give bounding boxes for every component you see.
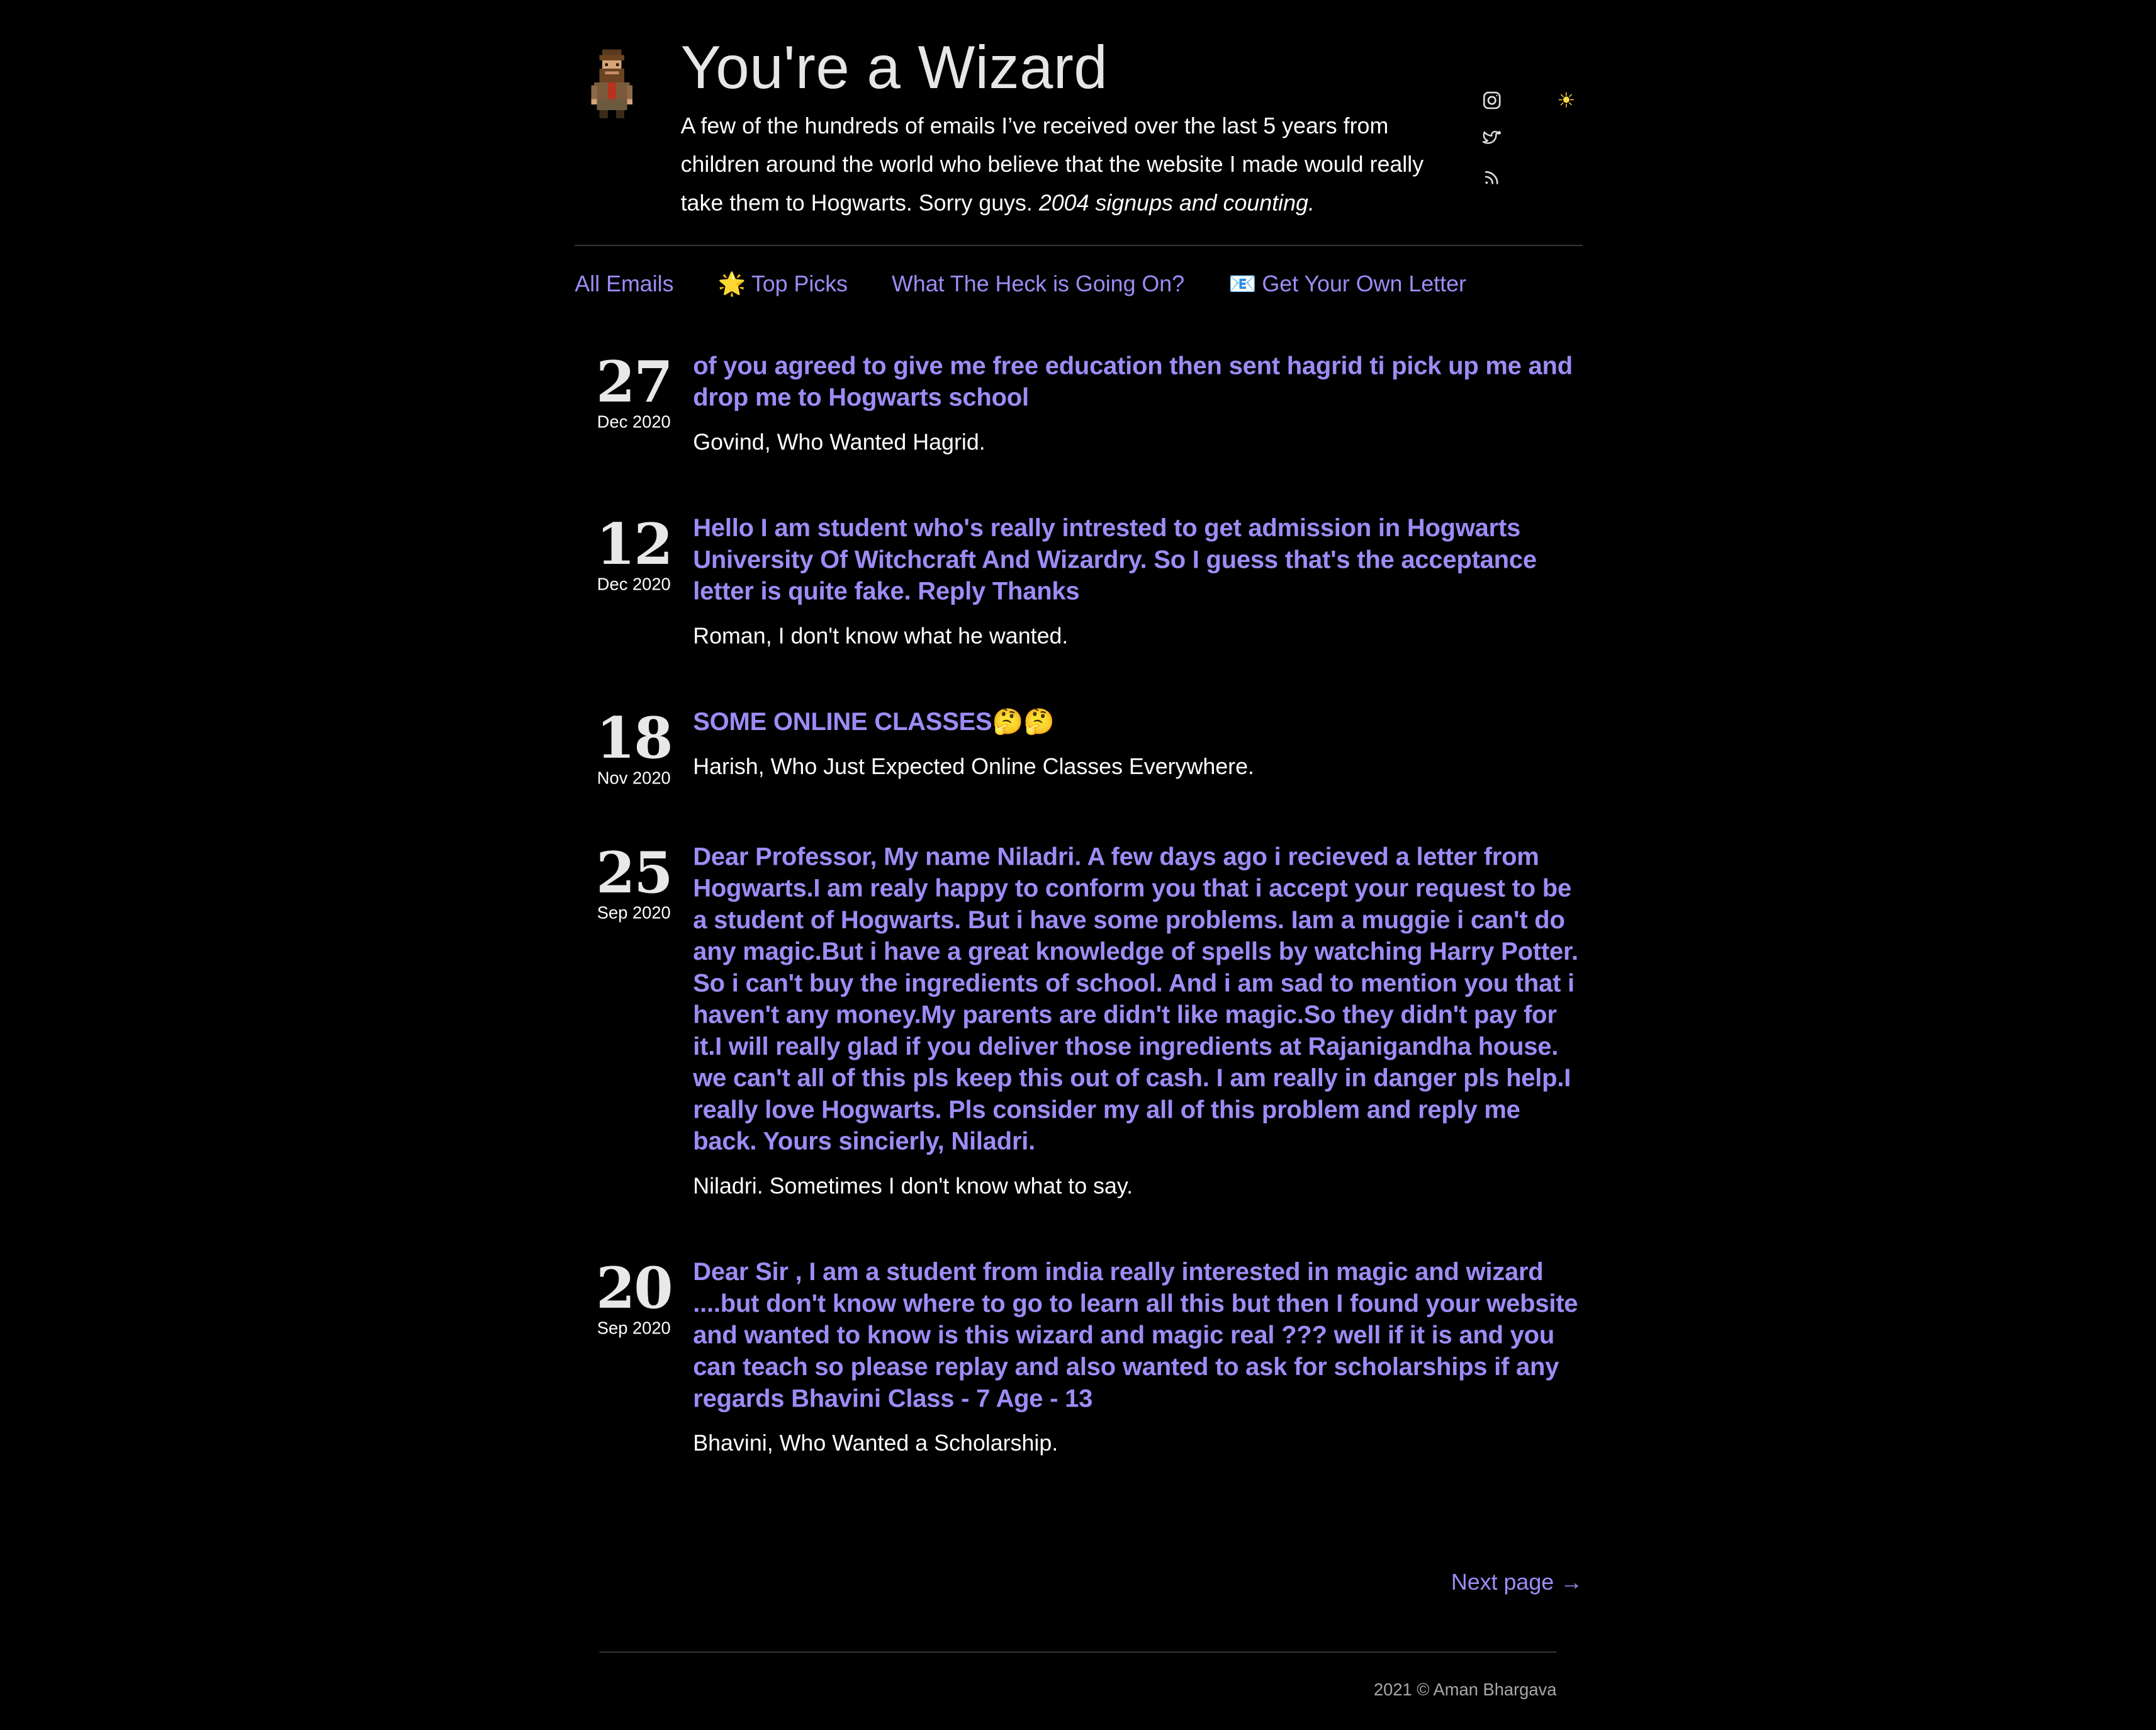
email-entry: 18 Nov 2020 SOME ONLINE CLASSES🤔🤔 Harish…: [575, 705, 1583, 788]
entry-subject-link[interactable]: Dear Sir , I am a student from india rea…: [693, 1255, 1583, 1413]
entry-signoff: Niladri. Sometimes I don't know what to …: [693, 1174, 1133, 1199]
entry-date: 20 Sep 2020: [575, 1255, 693, 1461]
entry-day: 18: [596, 705, 673, 772]
entry-body: Dear Professor, My name Niladri. A few d…: [693, 840, 1583, 1203]
star-icon: 🌟: [717, 272, 746, 297]
twitter-icon[interactable]: [1482, 129, 1502, 149]
email-entry: 25 Sep 2020 Dear Professor, My name Nila…: [575, 840, 1583, 1203]
entry-signoff: Govind, Who Wanted Hagrid.: [693, 430, 985, 456]
site-title: You're a Wizard: [680, 34, 1108, 102]
nav-what-the-heck[interactable]: What The Heck is Going On?: [892, 266, 1184, 304]
entry-date: 27 Dec 2020: [575, 349, 693, 459]
entry-body: of you agreed to give me free education …: [693, 349, 1583, 459]
entry-subject-link[interactable]: SOME ONLINE CLASSES🤔🤔: [693, 705, 1583, 737]
entry-date: 12 Dec 2020: [575, 512, 693, 653]
nav-get-your-own-letter[interactable]: 📧 Get Your Own Letter: [1228, 266, 1466, 304]
email-entry: 20 Sep 2020 Dear Sir , I am a student fr…: [575, 1255, 1583, 1461]
nav-get-letter-label: Get Your Own Letter: [1262, 272, 1466, 297]
entry-day: 25: [596, 840, 673, 906]
entry-subject-link[interactable]: Hello I am student who's really intreste…: [693, 512, 1583, 607]
entry-month: Nov 2020: [597, 768, 671, 789]
entry-subject-link[interactable]: of you agreed to give me free education …: [693, 349, 1583, 413]
entry-signoff: Bhavini, Who Wanted a Scholarship.: [693, 1431, 1058, 1456]
entry-day: 12: [596, 511, 673, 578]
entry-signoff: Harish, Who Just Expected Online Classes…: [693, 755, 1254, 780]
main-nav: All Emails 🌟 Top Picks What The Heck is G…: [575, 266, 1466, 304]
nav-top-picks-label: Top Picks: [751, 272, 848, 297]
entry-signoff: Roman, I don't know what he wanted.: [693, 624, 1069, 649]
footer-copyright: 2021 © Aman Bhargava: [1373, 1680, 1557, 1700]
entry-day: 27: [596, 349, 673, 415]
entry-month: Dec 2020: [597, 412, 671, 432]
nav-all-emails[interactable]: All Emails: [575, 266, 673, 304]
next-page-link[interactable]: Next page →: [1451, 1565, 1583, 1601]
signup-count: 2004 signups and counting.: [1038, 191, 1315, 216]
header-divider: [575, 244, 1583, 247]
entry-month: Dec 2020: [597, 575, 671, 594]
entry-day: 20: [596, 1255, 673, 1322]
entry-body: SOME ONLINE CLASSES🤔🤔 Harish, Who Just E…: [693, 705, 1583, 788]
entry-month: Sep 2020: [597, 1318, 671, 1339]
email-entry: 27 Dec 2020 of you agreed to give me fre…: [575, 349, 1583, 459]
social-links: [1482, 91, 1504, 206]
site-header: You're a Wizard A few of the hundreds of…: [575, 0, 1583, 245]
instagram-icon[interactable]: [1482, 91, 1502, 110]
intro-paragraph: A few of the hundreds of emails I’ve rec…: [681, 107, 1451, 223]
page: You're a Wizard A few of the hundreds of…: [0, 0, 2156, 1730]
entry-body: Dear Sir , I am a student from india rea…: [693, 1255, 1583, 1461]
entry-subject-link[interactable]: Dear Professor, My name Niladri. A few d…: [693, 840, 1583, 1157]
entry-month: Sep 2020: [597, 903, 671, 923]
nav-top-picks[interactable]: 🌟 Top Picks: [717, 266, 848, 304]
email-entry: 12 Dec 2020 Hello I am student who's rea…: [575, 512, 1583, 653]
entry-date: 18 Nov 2020: [575, 705, 693, 788]
email-list: 27 Dec 2020 of you agreed to give me fre…: [575, 349, 1583, 1513]
footer-divider: [599, 1651, 1557, 1653]
rss-icon[interactable]: [1482, 168, 1502, 188]
main-column: You're a Wizard A few of the hundreds of…: [575, 0, 1583, 1700]
theme-toggle-sun-icon[interactable]: ☀: [1555, 90, 1577, 113]
entry-body: Hello I am student who's really intreste…: [693, 512, 1583, 653]
email-icon: 📧: [1228, 272, 1257, 297]
entry-date: 25 Sep 2020: [575, 840, 693, 1203]
pixel-wizard-avatar: [591, 49, 633, 118]
